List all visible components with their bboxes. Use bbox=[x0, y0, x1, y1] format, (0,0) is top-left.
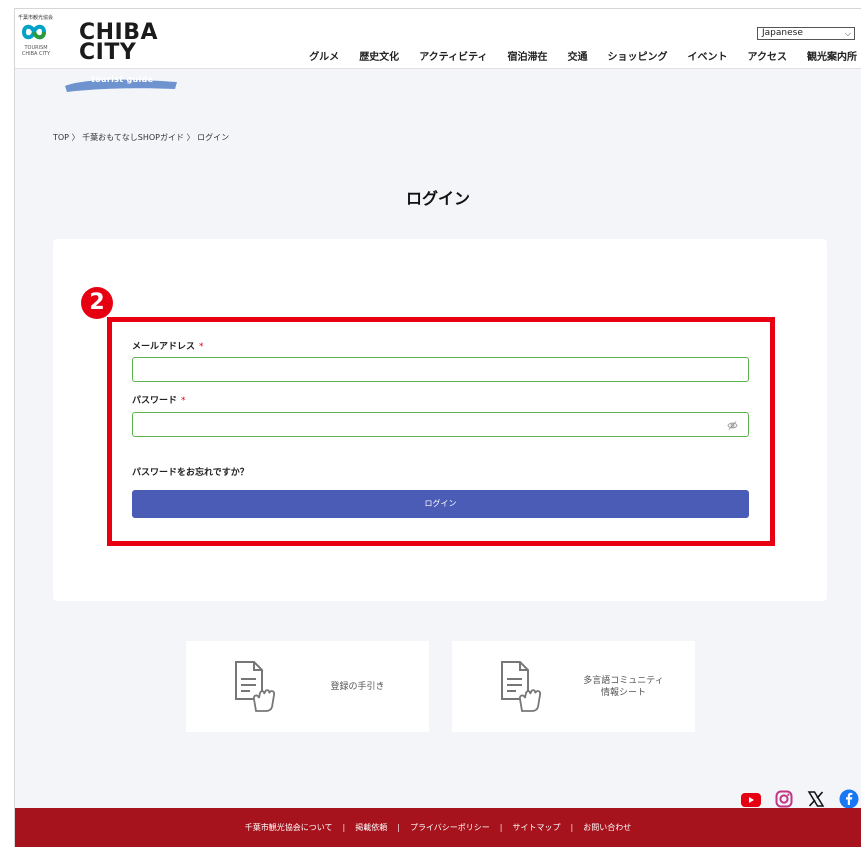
footer-sep: | bbox=[397, 823, 400, 832]
guide-label-line1: 登録の手引き bbox=[330, 681, 385, 692]
org-tiny-label: 千葉市観光協会 bbox=[18, 15, 54, 21]
required-mark: * bbox=[199, 342, 204, 352]
nav-item-access[interactable]: アクセス bbox=[748, 48, 788, 63]
nav-item-shopping[interactable]: ショッピング bbox=[608, 48, 668, 63]
site-logo[interactable]: CHIBA CITY bbox=[79, 22, 158, 65]
nav-item-info-center[interactable]: 観光案内所 bbox=[807, 48, 857, 63]
browser-page: 千葉市観光協会 TOURISM CHIBA CITY CHIBA CITY Ja… bbox=[14, 8, 861, 847]
logo-line2: CITY bbox=[79, 40, 137, 65]
tourist-guide-tagline: tourist guide bbox=[91, 75, 154, 84]
tourism-line2: CHIBA CITY bbox=[21, 51, 51, 57]
nav-item-history[interactable]: 歴史文化 bbox=[359, 48, 399, 63]
footer-sep: | bbox=[570, 823, 574, 832]
guide-label: 登録の手引き bbox=[296, 641, 419, 732]
nav-item-activity[interactable]: アクティビティ bbox=[419, 48, 487, 63]
footer-link-about[interactable]: 千葉市観光協会について bbox=[245, 822, 333, 833]
forgot-password-link[interactable]: パスワードをお忘れですか？ bbox=[132, 465, 249, 478]
breadcrumb-section[interactable]: 千葉おもてなしSHOPガイド bbox=[82, 133, 184, 142]
eye-slash-icon[interactable] bbox=[727, 420, 738, 431]
guide-card-multilingual[interactable]: 多言語コミュニティ 情報シート bbox=[452, 641, 695, 732]
footer-link-contact[interactable]: お問い合わせ bbox=[583, 822, 631, 833]
breadcrumb-current: ログイン bbox=[197, 133, 230, 142]
password-label-text: パスワード bbox=[132, 396, 178, 406]
breadcrumb: TOP 〉 千葉おもてなしSHOPガイド 〉 ログイン bbox=[53, 132, 229, 143]
footer-link-sitemap[interactable]: サイトマップ bbox=[513, 822, 561, 833]
document-tap-icon bbox=[235, 661, 276, 712]
email-label-text: メールアドレス bbox=[132, 342, 196, 352]
step-number-badge: 2 bbox=[81, 287, 113, 319]
required-mark: * bbox=[181, 396, 186, 406]
password-field[interactable] bbox=[132, 412, 749, 437]
breadcrumb-home[interactable]: TOP bbox=[53, 133, 69, 142]
footer-link-privacy[interactable]: プライバシーポリシー bbox=[410, 822, 490, 833]
language-value: Japanese bbox=[762, 28, 803, 38]
guide-card-registration[interactable]: 登録の手引き bbox=[186, 641, 429, 732]
chevron-down-icon: ⌵ bbox=[844, 29, 851, 38]
guide-label-line1: 多言語コミュニティ bbox=[583, 675, 664, 686]
email-label: メールアドレス * bbox=[132, 339, 204, 352]
document-tap-icon bbox=[501, 661, 542, 712]
email-field[interactable] bbox=[132, 357, 749, 382]
guide-label-line2: 情報シート bbox=[600, 687, 646, 698]
nav-item-transport[interactable]: 交通 bbox=[568, 48, 588, 63]
site-header: 千葉市観光協会 TOURISM CHIBA CITY CHIBA CITY Ja… bbox=[15, 9, 861, 69]
breadcrumb-sep: 〉 bbox=[186, 133, 195, 142]
nav-item-event[interactable]: イベント bbox=[688, 48, 728, 63]
nav-item-gourmet[interactable]: グルメ bbox=[309, 48, 339, 63]
footer-sep: | bbox=[342, 823, 346, 832]
page-title: ログイン bbox=[405, 189, 470, 208]
footer-sep: | bbox=[499, 823, 503, 832]
tourism-label: TOURISM CHIBA CITY bbox=[19, 45, 53, 57]
site-footer: 千葉市観光協会について | 掲載依頼 | プライバシーポリシー | サイトマップ… bbox=[15, 808, 861, 847]
login-button[interactable]: ログイン bbox=[132, 490, 749, 518]
nav-item-stay[interactable]: 宿泊滞在 bbox=[508, 48, 548, 63]
chiba-infinity-logo-icon[interactable] bbox=[21, 23, 47, 41]
password-label: パスワード * bbox=[132, 393, 186, 406]
footer-link-listing[interactable]: 掲載依頼 bbox=[355, 822, 387, 833]
main-nav: グルメ 歴史文化 アクティビティ 宿泊滞在 交通 ショッピング イベント アクセ… bbox=[309, 48, 857, 63]
language-select[interactable]: Japanese ⌵ bbox=[757, 27, 855, 40]
breadcrumb-sep: 〉 bbox=[71, 133, 80, 142]
guide-label: 多言語コミュニティ 情報シート bbox=[562, 641, 685, 732]
